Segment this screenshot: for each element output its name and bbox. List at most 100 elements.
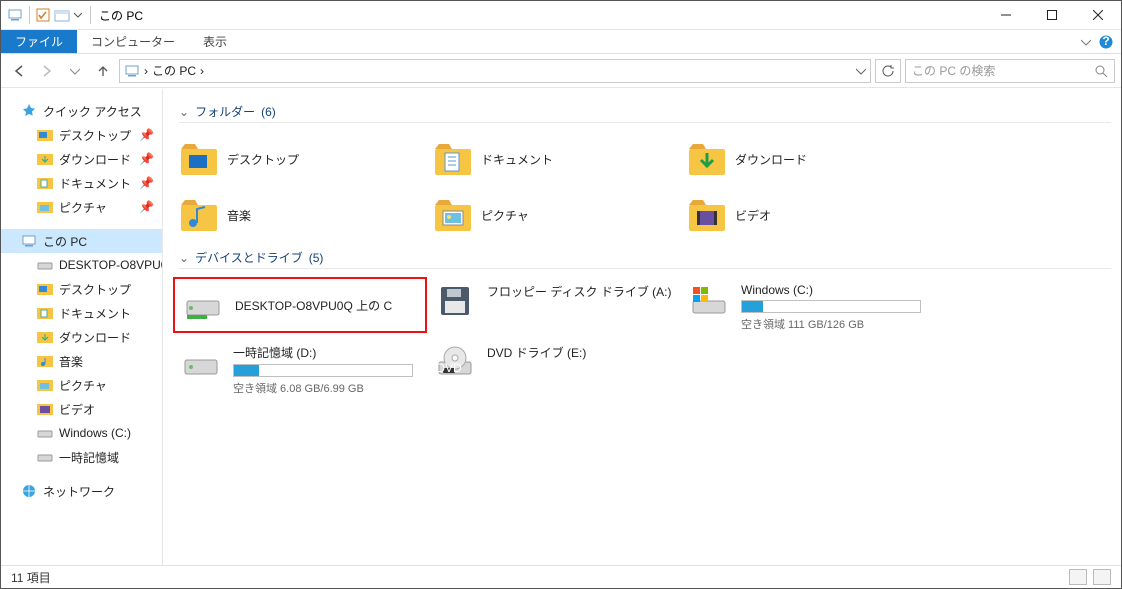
folder-icon (37, 306, 53, 320)
breadcrumb-sep[interactable]: › (144, 64, 148, 78)
sidebar-item-label: ピクチャ (59, 199, 107, 216)
sidebar-item-label: ドキュメント (59, 305, 131, 322)
drive-icon (687, 283, 731, 319)
sidebar-item-label: DESKTOP-O8VPU0C (59, 258, 163, 272)
back-button[interactable] (7, 59, 31, 83)
forward-button[interactable] (35, 59, 59, 83)
folder-icon (37, 402, 53, 416)
sidebar-item-label: デスクトップ (59, 127, 131, 144)
breadcrumb-current[interactable]: この PC (152, 62, 196, 79)
refresh-button[interactable] (875, 59, 901, 83)
folder-label: ダウンロード (735, 151, 807, 168)
recent-dropdown[interactable] (63, 59, 87, 83)
drive-icon (37, 427, 53, 439)
sidebar-item-cdrive[interactable]: Windows (C:) (1, 421, 162, 445)
view-large-button[interactable] (1093, 569, 1111, 585)
folder-item[interactable]: ドキュメント (427, 131, 681, 187)
folder-icon (687, 139, 727, 179)
sidebar-item-downloads[interactable]: ダウンロード (1, 325, 162, 349)
chevron-down-icon: ⌄ (179, 105, 189, 119)
sidebar-item-documents[interactable]: ドキュメント 📌 (1, 171, 162, 195)
chevron-down-icon: ⌄ (179, 251, 189, 265)
drive-item[interactable]: DVDDVD ドライブ (E:) (427, 338, 681, 402)
folder-icon (37, 378, 53, 392)
qat-newfolder-icon[interactable] (54, 8, 70, 22)
search-input[interactable] (912, 64, 1094, 78)
status-count: 11 項目 (11, 569, 51, 586)
folder-item[interactable]: デスクトップ (173, 131, 427, 187)
ribbon: ファイル コンピューター 表示 ? (1, 30, 1121, 54)
tab-computer[interactable]: コンピューター (77, 30, 189, 53)
sidebar-item-label: ドキュメント (59, 175, 131, 192)
folder-item[interactable]: ピクチャ (427, 187, 681, 243)
search-box[interactable] (905, 59, 1115, 83)
sidebar-item-documents[interactable]: ドキュメント (1, 301, 162, 325)
view-details-button[interactable] (1069, 569, 1087, 585)
sidebar-item-pictures[interactable]: ピクチャ (1, 373, 162, 397)
content-pane: ⌄ フォルダー (6) デスクトップドキュメントダウンロード音楽ピクチャビデオ … (163, 89, 1121, 565)
tab-file[interactable]: ファイル (1, 30, 77, 53)
drive-item[interactable]: DESKTOP-O8VPU0Q 上の C (173, 277, 427, 333)
folder-icon (37, 128, 53, 142)
sidebar-item-tempdrive[interactable]: 一時記憶域 (1, 445, 162, 469)
svg-text:?: ? (1102, 35, 1109, 48)
folder-label: デスクトップ (227, 151, 299, 168)
qat-properties-icon[interactable] (36, 8, 50, 22)
pc-icon (124, 63, 140, 79)
drive-item[interactable]: フロッピー ディスク ドライブ (A:) (427, 277, 681, 338)
folder-icon (179, 139, 219, 179)
folder-label: ドキュメント (481, 151, 553, 168)
drive-label: フロッピー ディスク ドライブ (A:) (487, 283, 675, 300)
sidebar-item-label: ピクチャ (59, 377, 107, 394)
pc-icon (7, 7, 23, 23)
folder-item[interactable]: ビデオ (681, 187, 935, 243)
address-dropdown-icon[interactable] (856, 66, 866, 76)
sidebar-item-music[interactable]: 音楽 (1, 349, 162, 373)
sidebar: クイック アクセス デスクトップ📌 ダウンロード📌 ドキュメント📌 ピクチャ📌 … (1, 89, 163, 565)
drive-icon (433, 283, 477, 319)
pin-icon: 📌 (139, 176, 154, 190)
folder-label: ビデオ (735, 207, 771, 224)
drive-item[interactable]: 一時記憶域 (D:)空き領域 6.08 GB/6.99 GB (173, 338, 427, 402)
qat-dropdown-icon[interactable] (74, 8, 82, 22)
section-drives-header[interactable]: ⌄ デバイスとドライブ (5) (179, 249, 1111, 269)
up-button[interactable] (91, 59, 115, 83)
sidebar-item-netpc[interactable]: DESKTOP-O8VPU0C (1, 253, 162, 277)
sidebar-item-desktop[interactable]: デスクトップ 📌 (1, 123, 162, 147)
close-button[interactable] (1075, 1, 1121, 30)
section-folders-header[interactable]: ⌄ フォルダー (6) (179, 103, 1111, 123)
sidebar-item-videos[interactable]: ビデオ (1, 397, 162, 421)
drive-label: DESKTOP-O8VPU0Q 上の C (235, 297, 419, 314)
breadcrumb-sep[interactable]: › (200, 64, 204, 78)
tab-view[interactable]: 表示 (189, 30, 241, 53)
folder-icon (37, 330, 53, 344)
help-icon[interactable]: ? (1099, 35, 1113, 49)
folder-item[interactable]: 音楽 (173, 187, 427, 243)
folder-icon (179, 195, 219, 235)
pin-icon: 📌 (139, 152, 154, 166)
maximize-button[interactable] (1029, 1, 1075, 30)
svg-text:DVD: DVD (436, 361, 462, 375)
folder-icon (37, 282, 53, 296)
sidebar-label: クイック アクセス (43, 103, 142, 120)
sidebar-network[interactable]: ネットワーク (1, 479, 162, 503)
address-bar[interactable]: › この PC › (119, 59, 871, 83)
folder-icon (433, 139, 473, 179)
folder-icon (37, 152, 53, 166)
folder-item[interactable]: ダウンロード (681, 131, 935, 187)
sidebar-item-desktop[interactable]: デスクトップ (1, 277, 162, 301)
minimize-button[interactable] (983, 1, 1029, 30)
sidebar-item-pictures[interactable]: ピクチャ📌 (1, 195, 162, 219)
sidebar-label: この PC (43, 233, 87, 250)
status-bar: 11 項目 (1, 565, 1121, 588)
drive-freespace: 空き領域 111 GB/126 GB (741, 316, 929, 332)
drive-item[interactable]: Windows (C:)空き領域 111 GB/126 GB (681, 277, 935, 338)
drive-capacity-bar (741, 300, 921, 313)
sidebar-quick-access[interactable]: クイック アクセス (1, 99, 162, 123)
ribbon-expand-icon[interactable] (1081, 37, 1091, 47)
folder-label: ピクチャ (481, 207, 529, 224)
section-title: デバイスとドライブ (195, 249, 303, 266)
pin-icon: 📌 (139, 128, 154, 142)
sidebar-this-pc[interactable]: この PC (1, 229, 162, 253)
sidebar-item-downloads[interactable]: ダウンロード📌 (1, 147, 162, 171)
